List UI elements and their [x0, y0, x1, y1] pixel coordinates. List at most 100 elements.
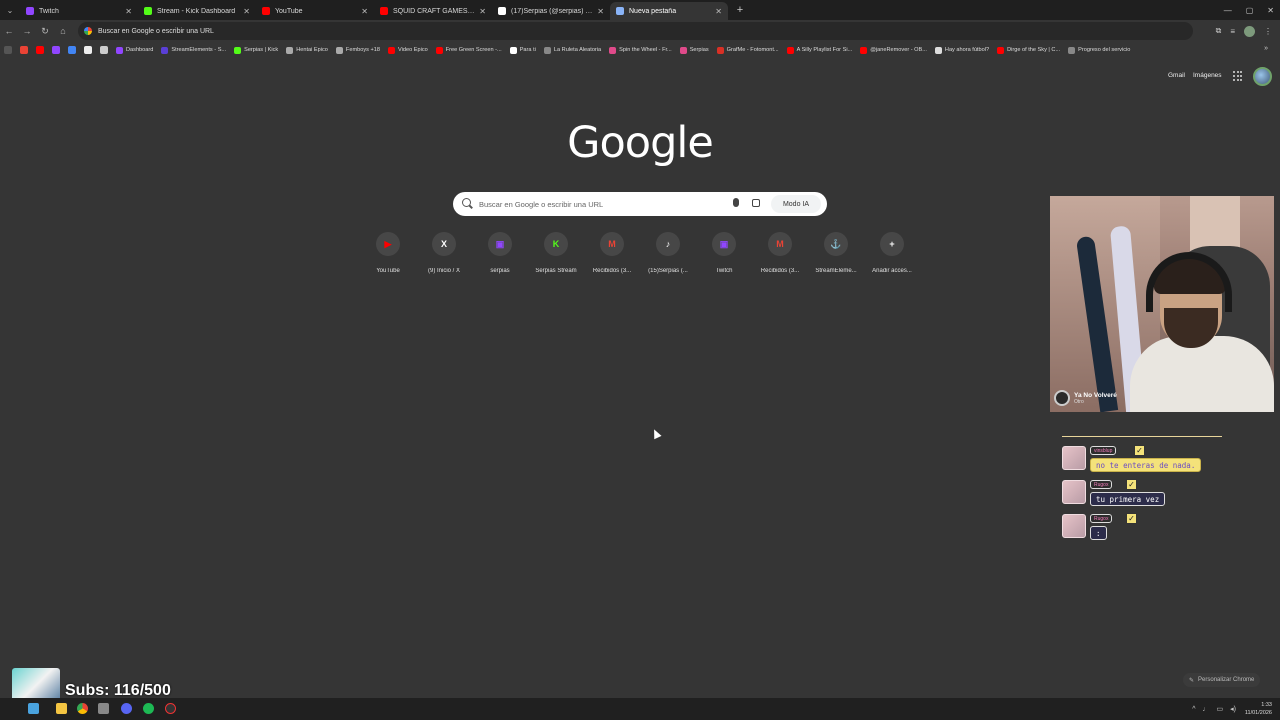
system-clock[interactable]: 1:33 11/01/2026 — [1245, 701, 1272, 717]
bookmark-label: La Ruleta Aleatoria — [553, 47, 602, 53]
shortcut-tile[interactable]: M Recibidos (3... — [584, 232, 640, 274]
tray-chevron-icon[interactable]: ^ — [1192, 706, 1195, 713]
chat-username: Rugox — [1090, 514, 1113, 523]
personalize-chrome-button[interactable]: ✎ Personalizar Chrome — [1183, 673, 1261, 687]
shortcut-tile[interactable]: ♪ (15)Serpias (... — [640, 232, 696, 274]
taskbar-app-icon[interactable] — [98, 703, 109, 714]
shortcut-tile[interactable]: ▣ serpias — [472, 232, 528, 274]
forward-icon[interactable]: → — [18, 26, 36, 36]
bookmark-item[interactable]: Video Epico — [387, 46, 428, 54]
chat-text: tu primera vez — [1090, 492, 1166, 506]
shortcut-tile[interactable]: X (9) Inicio / X — [416, 232, 472, 274]
bookmark-item[interactable]: La Ruleta Aleatoria — [543, 46, 602, 54]
shortcut-tile[interactable]: ▶ YouTube — [360, 232, 416, 274]
profile-icon[interactable] — [1244, 25, 1255, 37]
bookmark-label: A Silly Playlist For Si... — [796, 47, 853, 53]
bookmarks-overflow-icon[interactable]: » — [1264, 45, 1268, 52]
maximize-icon[interactable]: ▢ — [1246, 6, 1254, 15]
new-tab-button[interactable]: + — [732, 4, 748, 16]
shortcut-icon: ⚓ — [824, 232, 848, 256]
search-input[interactable] — [479, 196, 729, 212]
close-tab-icon[interactable]: ✕ — [243, 7, 250, 16]
bookmark-favicon-icon — [1068, 46, 1076, 54]
shortcut-icon: ♪ — [656, 232, 680, 256]
back-icon[interactable]: ← — [0, 26, 18, 36]
tray-mic-icon[interactable]: ♩ — [1203, 706, 1210, 713]
gmail-link[interactable]: Gmail — [1168, 72, 1185, 79]
address-bar[interactable]: Buscar en Google o escribir una URL — [78, 22, 1193, 40]
bookmark-item[interactable]: Spin the Wheel - Fr... — [609, 46, 672, 54]
drive-bookmark-icon[interactable] — [68, 46, 76, 54]
bookmark-item[interactable]: Serpias | Kick — [234, 46, 278, 54]
taskbar-spotify-icon[interactable] — [143, 703, 154, 714]
bookmark-item[interactable]: Hentai Epico — [286, 46, 328, 54]
home-icon[interactable]: ⌂ — [54, 26, 72, 36]
browser-tab[interactable]: YouTube ✕ — [256, 2, 374, 20]
shortcut-label: Twitch — [715, 268, 733, 274]
apps-bookmark-icon[interactable] — [4, 46, 12, 54]
bookmark-favicon-icon — [934, 46, 942, 54]
bookmark-item[interactable]: Serpias — [679, 46, 709, 54]
bookmark-item[interactable]: Hay ahora fútbol? — [934, 46, 989, 54]
bookmark-item[interactable]: StreamElements - S... — [161, 46, 226, 54]
close-tab-icon[interactable]: ✕ — [125, 7, 132, 16]
close-tab-icon[interactable]: ✕ — [361, 7, 368, 16]
bookmark-item[interactable]: Femboys +18 — [335, 46, 380, 54]
bookmark-item[interactable]: A Silly Playlist For Si... — [786, 46, 853, 54]
images-link[interactable]: Imágenes — [1193, 72, 1222, 79]
shortcut-tile[interactable]: + Añadir acces... — [864, 232, 920, 274]
shortcut-icon: M — [600, 232, 624, 256]
close-tab-icon[interactable]: ✕ — [479, 7, 486, 16]
chat-badge-icon: ✓ — [1134, 445, 1145, 456]
bookmark-item[interactable]: Para ti — [509, 46, 536, 54]
taskbar-files-icon[interactable] — [28, 703, 39, 714]
browser-tab[interactable]: Twitch ✕ — [20, 2, 138, 20]
browser-tab[interactable]: Stream - Kick Dashboard ✕ — [138, 2, 256, 20]
menu-icon[interactable]: ⋮ — [1264, 27, 1272, 36]
bookmark-favicon-icon — [286, 46, 294, 54]
shortcut-tile[interactable]: M Recibidos (3... — [752, 232, 808, 274]
google-lens-icon[interactable] — [752, 199, 760, 207]
x-bookmark-icon[interactable] — [84, 46, 92, 54]
shortcut-tile[interactable]: ▣ Twitch — [696, 232, 752, 274]
bookmark-item[interactable]: Progreso del servicio — [1068, 46, 1130, 54]
tab-search-icon[interactable]: ⌄ — [0, 0, 20, 20]
bookmark-item[interactable]: Free Green Screen -... — [435, 46, 502, 54]
tab-title: (17)Serpias (@serpias) | TikTok — [511, 7, 594, 15]
microphone-icon[interactable] — [733, 198, 739, 207]
taskbar-obs-icon[interactable] — [165, 703, 176, 714]
bookmark-item[interactable]: @janeRemover - OB... — [860, 46, 927, 54]
twitch-bookmark-icon[interactable] — [52, 46, 60, 54]
bookmark-item[interactable]: Dashboard — [116, 46, 153, 54]
bookmark-favicon-icon — [116, 46, 123, 54]
tray-network-icon[interactable]: ▭ — [1217, 705, 1224, 713]
shortcut-tile[interactable]: K Serpias Stream — [528, 232, 584, 274]
youtube-bookmark-icon[interactable] — [36, 46, 44, 54]
tiktok-bookmark-icon[interactable] — [100, 46, 108, 54]
bookmark-item[interactable]: Dirge of the Sky | C... — [997, 46, 1060, 54]
taskbar-discord-icon[interactable] — [121, 703, 132, 714]
gmail-bookmark-icon[interactable] — [20, 46, 28, 54]
browser-tab[interactable]: (17)Serpias (@serpias) | TikTok✕ — [492, 2, 610, 20]
minimize-icon[interactable]: — — [1224, 6, 1232, 15]
taskbar-chrome-icon[interactable] — [77, 703, 88, 714]
ai-mode-button[interactable]: Modo IA — [771, 195, 821, 213]
shortcut-tile[interactable]: ⚓ StreamEleme... — [808, 232, 864, 274]
close-window-icon[interactable]: ✕ — [1267, 6, 1274, 15]
close-tab-icon[interactable]: ✕ — [597, 7, 604, 16]
stream-chat-overlay: vinsblup ✓ no te enteras de nada. Rugox ✓ tu … — [1060, 436, 1240, 546]
reload-icon[interactable]: ↻ — [36, 26, 54, 37]
tray-volume-icon[interactable]: ◂) — [1230, 705, 1236, 713]
google-apps-icon[interactable] — [1233, 71, 1243, 81]
toolbar-actions: ⧉ ≡ ⋮ — [1216, 20, 1272, 42]
close-tab-icon[interactable]: ✕ — [715, 7, 722, 16]
account-avatar[interactable] — [1253, 67, 1272, 86]
taskbar-folder-icon[interactable] — [56, 703, 67, 714]
browser-tab[interactable]: SQUID CRAFT GAMES 4: POV D✕ — [374, 2, 492, 20]
browser-tab[interactable]: Nueva pestaña ✕ — [610, 2, 728, 20]
bookmark-item[interactable]: GrafMe - Fotomont... — [716, 46, 779, 54]
shortcut-label: Añadir acces... — [872, 268, 912, 274]
tab-title: SQUID CRAFT GAMES 4: POV D — [393, 7, 476, 15]
reading-list-icon[interactable]: ≡ — [1230, 27, 1235, 36]
extensions-icon[interactable]: ⧉ — [1216, 26, 1222, 36]
